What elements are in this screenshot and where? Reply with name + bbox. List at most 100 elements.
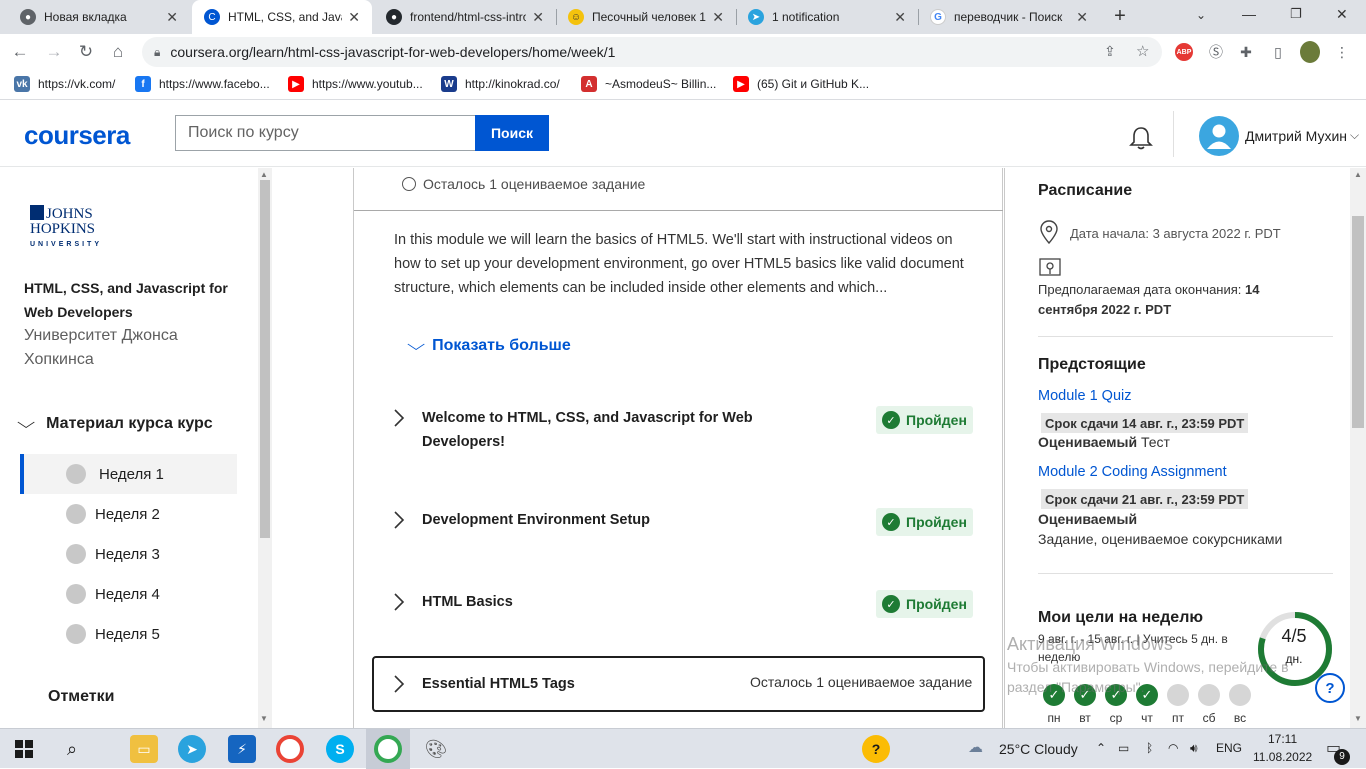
share-icon[interactable]: ⇪ [1104, 43, 1116, 60]
week-content: Осталось 1 оцениваемое задание In this m… [272, 168, 1004, 728]
adblock-icon[interactable]: ABP [1174, 42, 1194, 62]
chevron-down-icon[interactable]: ⌵ [1350, 128, 1359, 143]
language-indicator[interactable]: ENG [1216, 741, 1242, 755]
sidebar-item-week-1[interactable]: Неделя 1 [20, 454, 237, 494]
sidebar-scrollbar-thumb[interactable] [260, 180, 270, 538]
scroll-down-icon[interactable]: ▼ [1354, 714, 1362, 723]
file-explorer-icon[interactable]: ▭ [130, 735, 158, 763]
tab-google[interactable]: G переводчик - Поиск ✕ [918, 0, 1100, 34]
item-type: Задание, оцениваемое сокурсниками [1038, 531, 1283, 547]
course-material-toggle[interactable]: ⌵ Материал курса курс [16, 415, 213, 433]
close-icon[interactable]: ✕ [1076, 9, 1088, 26]
header-divider [1173, 111, 1174, 157]
tab-search-icon[interactable]: ⌄ [1196, 8, 1206, 22]
chevron-down-icon: ⌵ [16, 415, 36, 432]
search-input[interactable] [175, 115, 475, 151]
paint-icon[interactable]: 🎨︎ [422, 735, 450, 763]
windows-start-icon[interactable] [10, 735, 38, 763]
weather-text[interactable]: 25°C Cloudy [999, 741, 1078, 757]
profile-avatar-icon[interactable] [1300, 41, 1320, 63]
bluetooth-icon[interactable]: ᛒ [1146, 741, 1153, 755]
back-icon[interactable]: ← [8, 40, 32, 64]
sidebar-item-week-2[interactable]: Неделя 2 [20, 494, 237, 534]
notification-bell-icon[interactable] [1128, 125, 1154, 151]
url-text: coursera.org/learn/html-css-javascript-f… [170, 44, 616, 60]
coursera-logo[interactable]: coursera [24, 120, 130, 151]
telegram-icon[interactable]: ➤ [178, 735, 206, 763]
lesson-welcome[interactable]: Welcome to HTML, CSS, and Javascript for… [372, 406, 984, 458]
scroll-up-icon[interactable]: ▲ [1354, 170, 1362, 179]
chrome-icon: ● [20, 9, 36, 25]
sidebar-item-week-4[interactable]: Неделя 4 [20, 574, 237, 614]
forward-icon[interactable]: → [42, 40, 66, 64]
notes-link[interactable]: Отметки [48, 688, 114, 706]
close-icon[interactable]: ✕ [348, 9, 360, 26]
bookmark-label: ~AsmodeuS~ Billin... [605, 77, 717, 91]
home-icon[interactable]: ⌂ [106, 40, 130, 64]
end-date: Предполагаемая дата окончания: 14 сентяб… [1038, 280, 1318, 320]
bookmark-favicon-icon: f [135, 76, 151, 92]
bookmark-item[interactable]: ▶ (65) Git и GitHub K... [733, 76, 869, 92]
tab-coursera[interactable]: C HTML, CSS, and Javascript for Web ✕ [192, 0, 372, 34]
lesson-html-basics[interactable]: HTML Basics ✓ Пройден [372, 590, 984, 620]
activation-watermark-text: Чтобы активировать Windows, перейдите в … [1007, 659, 1289, 695]
bookmark-item[interactable]: ▶ https://www.youtub... [288, 76, 423, 92]
chevron-right-icon [394, 409, 405, 427]
bookmark-item[interactable]: vk https://vk.com/ [14, 76, 115, 92]
minimize-icon[interactable]: — [1242, 6, 1256, 22]
tab-telegram[interactable]: ➤ 1 notification ✕ [736, 0, 918, 34]
user-avatar[interactable] [1199, 116, 1239, 156]
side-panel-icon[interactable]: ▯ [1268, 42, 1288, 62]
show-more-button[interactable]: ⌵ Показать больше [407, 337, 571, 355]
skype-icon[interactable]: S [326, 735, 354, 763]
lesson-dev-env[interactable]: Development Environment Setup ✓ Пройден [372, 508, 984, 538]
clock-date[interactable]: 11.08.2022 [1253, 750, 1312, 764]
extensions-icon[interactable]: ✚ [1236, 42, 1256, 62]
clock-time[interactable]: 17:11 [1268, 732, 1297, 746]
tab-github[interactable]: ● frontend/html-css-intro ✕ [374, 0, 556, 34]
upcoming-link[interactable]: Module 1 Quiz [1038, 388, 1132, 404]
status-text: Пройден [906, 514, 967, 530]
status-text: Пройден [906, 412, 967, 428]
wifi-icon[interactable]: ◠ [1168, 741, 1178, 755]
show-more-label: Показать больше [432, 337, 571, 354]
bookmark-item[interactable]: f https://www.facebo... [135, 76, 270, 92]
restore-icon[interactable]: ❐ [1290, 6, 1302, 22]
address-bar[interactable]: 🔒︎ coursera.org/learn/html-css-javascrip… [142, 37, 1162, 67]
chrome-icon[interactable] [374, 735, 402, 763]
tab-sandman[interactable]: ☺ Песочный человек 1 ✕ [556, 0, 736, 34]
new-tab-button[interactable]: + [1108, 5, 1132, 29]
bookmark-favicon-icon: ▶ [288, 76, 304, 92]
app-icon[interactable]: ⚡ [228, 735, 256, 763]
page-scrollbar-thumb[interactable] [1352, 216, 1364, 428]
module-description: In this module we will learn the basics … [394, 232, 964, 296]
user-name[interactable]: Дмитрий Мухин [1245, 128, 1347, 144]
bookmark-item[interactable]: Whttp://kinokrad.co/ [441, 76, 560, 92]
volume-icon[interactable]: 🔊︎ [1190, 741, 1198, 756]
window-close-icon[interactable]: ✕ [1336, 6, 1348, 23]
bookmark-star-icon[interactable]: ☆ [1136, 42, 1149, 60]
tab-new-tab[interactable]: ● Новая вкладка ✕ [8, 0, 190, 34]
search-button[interactable]: Поиск [475, 115, 549, 151]
close-icon[interactable]: ✕ [532, 9, 544, 26]
scroll-up-icon[interactable]: ▲ [260, 170, 268, 179]
sidebar-item-week-3[interactable]: Неделя 3 [20, 534, 237, 574]
week-label: Неделя 1 [99, 465, 164, 483]
bookmark-item[interactable]: A ~AsmodeuS~ Billin... [581, 76, 716, 92]
search-icon[interactable]: ⌕ [58, 735, 86, 763]
check-icon: ✓ [882, 513, 900, 531]
help-icon[interactable]: ? [862, 735, 890, 763]
close-icon[interactable]: ✕ [712, 9, 724, 26]
sidebar-item-week-5[interactable]: Неделя 5 [20, 614, 237, 654]
skype-extension-icon[interactable]: Ⓢ [1206, 42, 1226, 62]
tray-up-icon[interactable]: ⌃ [1096, 741, 1106, 755]
upcoming-link[interactable]: Module 2 Coding Assignment [1038, 464, 1227, 480]
reload-icon[interactable]: ↻ [74, 40, 98, 64]
close-icon[interactable]: ✕ [894, 9, 906, 26]
close-icon[interactable]: ✕ [166, 9, 178, 26]
menu-icon[interactable]: ⋮ [1332, 42, 1352, 62]
tab-title: frontend/html-css-intro [410, 10, 527, 24]
emoji-icon: ☺ [568, 9, 584, 25]
scroll-down-icon[interactable]: ▼ [260, 714, 268, 723]
chrome-icon[interactable] [276, 735, 304, 763]
